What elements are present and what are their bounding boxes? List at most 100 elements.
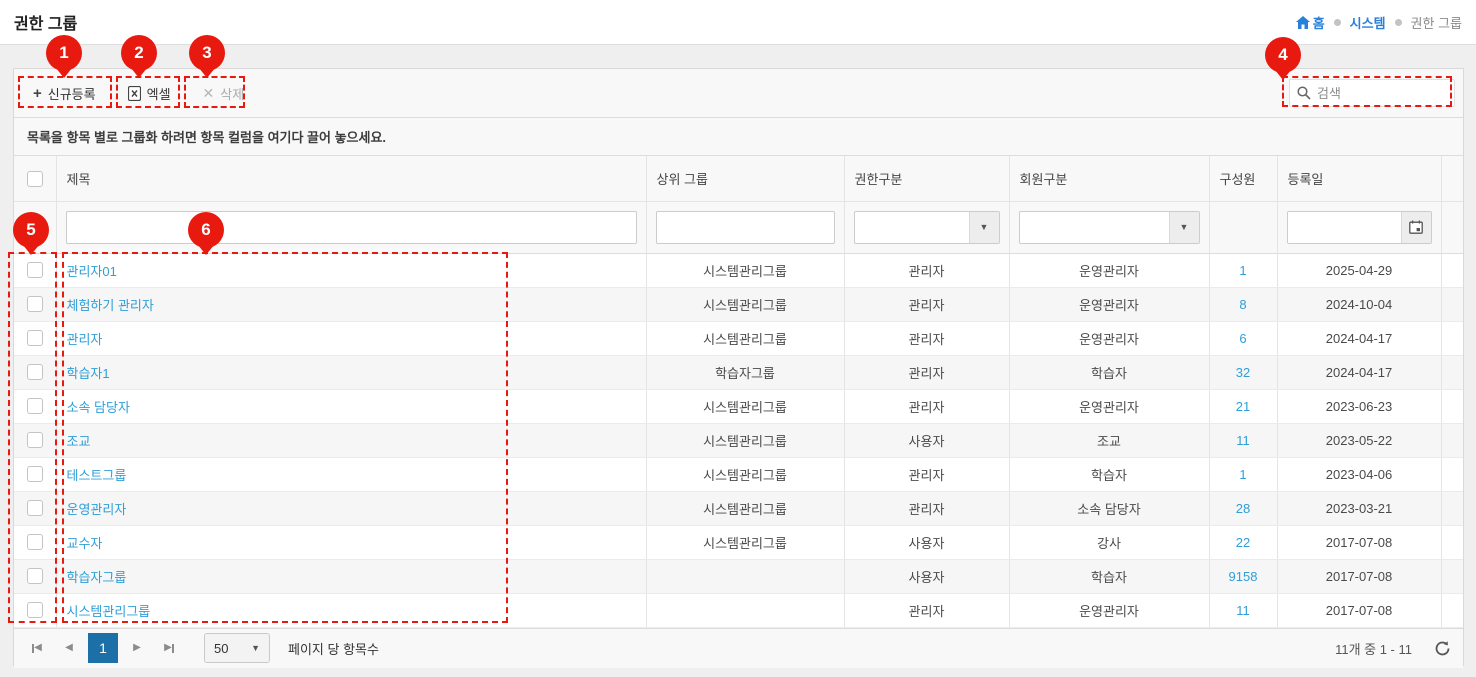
- new-register-button[interactable]: + 신규등록: [22, 78, 107, 108]
- member-count-link[interactable]: 11: [1236, 433, 1250, 448]
- member-count-link[interactable]: 22: [1236, 535, 1250, 550]
- group-title-link[interactable]: 교수자: [67, 536, 103, 551]
- group-title-link[interactable]: 운영관리자: [67, 502, 127, 517]
- column-header-title[interactable]: 제목: [56, 156, 646, 201]
- parent-group-cell: 시스템관리그룹: [646, 423, 844, 457]
- scrollbar-gutter: [1441, 457, 1463, 491]
- column-header-parent[interactable]: 상위 그룹: [646, 156, 844, 201]
- last-page-button[interactable]: ▶: [156, 635, 182, 661]
- table-row: 학습자1 학습자그룹 관리자 학습자 32 2024-04-17: [14, 355, 1463, 389]
- group-title-link[interactable]: 체험하기 관리자: [67, 298, 154, 313]
- perm-type-cell: 관리자: [844, 253, 1009, 287]
- perm-type-cell: 관리자: [844, 389, 1009, 423]
- member-count-link[interactable]: 6: [1239, 331, 1246, 346]
- member-count-link[interactable]: 32: [1236, 365, 1250, 380]
- row-checkbox[interactable]: [27, 602, 43, 618]
- row-checkbox[interactable]: [27, 330, 43, 346]
- breadcrumb-item-current: 권한 그룹: [1411, 13, 1462, 32]
- member-count-link[interactable]: 9158: [1229, 569, 1258, 584]
- reg-date-cell: 2023-04-06: [1277, 457, 1441, 491]
- delete-button[interactable]: ✕ 삭제: [192, 78, 256, 108]
- reg-date-cell: 2023-05-22: [1277, 423, 1441, 457]
- row-checkbox[interactable]: [27, 364, 43, 380]
- page-size-label: 페이지 당 항목수: [288, 639, 379, 658]
- row-checkbox[interactable]: [27, 534, 43, 550]
- excel-export-button[interactable]: 엑셀: [117, 78, 182, 108]
- reg-date-cell: 2023-03-21: [1277, 491, 1441, 525]
- pager: ◀ ◀ 1 ▶ ▶ 50 ▼ 페이지 당 항목수 11개 중 1 - 11: [14, 628, 1463, 668]
- search-input[interactable]: [1317, 86, 1447, 101]
- group-title-link[interactable]: 시스템관리그룹: [67, 604, 151, 619]
- group-title-link[interactable]: 소속 담당자: [67, 400, 130, 415]
- group-title-link[interactable]: 관리자: [67, 332, 103, 347]
- group-title-link[interactable]: 조교: [67, 434, 91, 449]
- member-count-link[interactable]: 21: [1236, 399, 1250, 414]
- member-type-cell: 학습자: [1009, 355, 1209, 389]
- reg-date-cell: 2023-06-23: [1277, 389, 1441, 423]
- scrollbar-gutter: [1441, 287, 1463, 321]
- table-row: 학습자그룹 사용자 학습자 9158 2017-07-08: [14, 559, 1463, 593]
- row-checkbox[interactable]: [27, 568, 43, 584]
- breadcrumb-item-system[interactable]: 시스템: [1350, 13, 1386, 32]
- first-page-button[interactable]: ◀: [24, 635, 50, 661]
- member-type-cell: 운영관리자: [1009, 593, 1209, 627]
- member-count-link[interactable]: 1: [1239, 467, 1246, 482]
- perm-type-cell: 사용자: [844, 559, 1009, 593]
- date-filter-input[interactable]: [1288, 212, 1401, 243]
- column-header-member[interactable]: 회원구분: [1009, 156, 1209, 201]
- row-checkbox[interactable]: [27, 500, 43, 516]
- group-title-link[interactable]: 학습자그룹: [67, 570, 127, 585]
- member-type-cell: 운영관리자: [1009, 253, 1209, 287]
- titlebar: 권한 그룹 홈 시스템 권한 그룹: [0, 0, 1476, 45]
- next-page-button[interactable]: ▶: [124, 635, 150, 661]
- table-body: 관리자01 시스템관리그룹 관리자 운영관리자 1 2025-04-29 체험하…: [14, 253, 1463, 627]
- annotation-marker-4: 4: [1265, 37, 1301, 73]
- parent-group-cell: 시스템관리그룹: [646, 287, 844, 321]
- table-row: 관리자 시스템관리그룹 관리자 운영관리자 6 2024-04-17: [14, 321, 1463, 355]
- scrollbar-gutter: [1441, 389, 1463, 423]
- breadcrumb-home-link[interactable]: 홈: [1296, 13, 1325, 32]
- parent-group-cell: 시스템관리그룹: [646, 491, 844, 525]
- column-header-date[interactable]: 등록일: [1277, 156, 1441, 201]
- member-count-link[interactable]: 1: [1239, 263, 1246, 278]
- row-checkbox[interactable]: [27, 398, 43, 414]
- column-header-count[interactable]: 구성원: [1209, 156, 1277, 201]
- reg-date-cell: 2024-10-04: [1277, 287, 1441, 321]
- member-count-link[interactable]: 11: [1236, 603, 1250, 618]
- parent-group-cell: 시스템관리그룹: [646, 525, 844, 559]
- scrollbar-gutter: [1441, 321, 1463, 355]
- member-count-link[interactable]: 28: [1236, 501, 1250, 516]
- magnifier-icon: [1297, 86, 1311, 100]
- group-title-link[interactable]: 테스트그룹: [67, 468, 127, 483]
- scrollbar-gutter: [1441, 423, 1463, 457]
- table-row: 테스트그룹 시스템관리그룹 관리자 학습자 1 2023-04-06: [14, 457, 1463, 491]
- breadcrumb-separator-icon: [1395, 19, 1402, 26]
- group-title-link[interactable]: 관리자01: [67, 264, 117, 279]
- page-size-dropdown[interactable]: 50 ▼: [204, 633, 270, 663]
- row-checkbox[interactable]: [27, 296, 43, 312]
- scrollbar-gutter: [1441, 559, 1463, 593]
- perm-filter-dropdown[interactable]: ▼: [854, 211, 1000, 244]
- group-title-link[interactable]: 학습자1: [67, 366, 110, 381]
- member-filter-dropdown[interactable]: ▼: [1019, 211, 1200, 244]
- title-filter-input[interactable]: [66, 211, 637, 244]
- permission-group-grid-panel: + 신규등록 엑셀 ✕ 삭제: [13, 68, 1464, 666]
- group-by-drop-area[interactable]: 목록을 항목 별로 그룹화 하려면 항목 컬럼을 여기다 끌어 놓으세요.: [14, 118, 1463, 156]
- row-checkbox[interactable]: [27, 262, 43, 278]
- parent-group-cell: 시스템관리그룹: [646, 321, 844, 355]
- excel-file-icon: [128, 86, 141, 101]
- select-all-checkbox[interactable]: [27, 171, 43, 187]
- page-1-button[interactable]: 1: [88, 633, 118, 663]
- row-checkbox[interactable]: [27, 466, 43, 482]
- row-checkbox[interactable]: [27, 432, 43, 448]
- column-header-perm[interactable]: 권한구분: [844, 156, 1009, 201]
- refresh-button[interactable]: [1432, 638, 1453, 659]
- calendar-icon[interactable]: [1401, 212, 1431, 243]
- prev-page-button[interactable]: ◀: [56, 635, 82, 661]
- annotation-marker-5: 5: [13, 212, 49, 248]
- member-type-cell: 운영관리자: [1009, 287, 1209, 321]
- member-type-cell: 학습자: [1009, 559, 1209, 593]
- member-count-link[interactable]: 8: [1239, 297, 1246, 312]
- member-type-cell: 조교: [1009, 423, 1209, 457]
- parent-group-filter-input[interactable]: [656, 211, 835, 244]
